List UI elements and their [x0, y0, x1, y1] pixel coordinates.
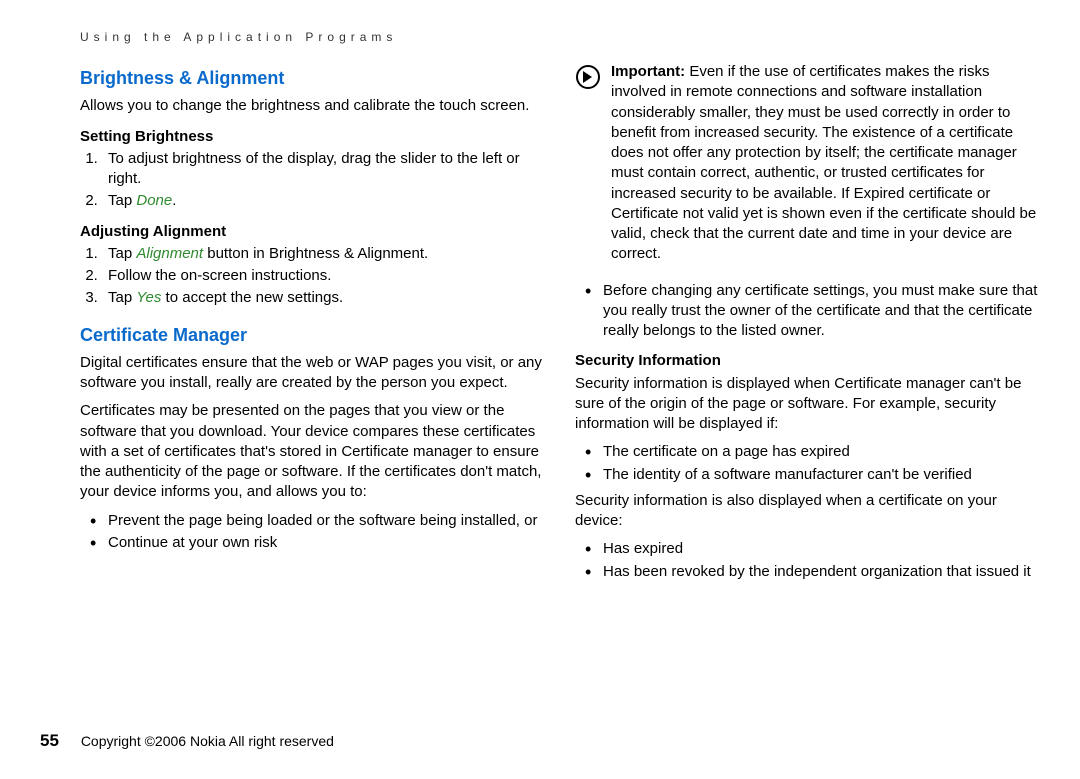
list-item: The identity of a software manufacturer …	[585, 465, 1040, 485]
important-label: Important:	[611, 63, 685, 80]
copyright-text: Copyright ©2006 Nokia All right reserved	[81, 733, 334, 749]
subheading-security-information: Security Information	[575, 351, 1040, 371]
heading-certificate-manager: Certificate Manager	[80, 323, 545, 347]
ui-term: Yes	[136, 289, 161, 306]
list-item: Has expired	[585, 539, 1040, 559]
text: to accept the new settings.	[161, 289, 343, 306]
list-item: To adjust brightness of the display, dra…	[102, 149, 545, 190]
list-item: The certificate on a page has expired	[585, 442, 1040, 462]
ui-term: Done	[136, 192, 172, 209]
left-column: Brightness & Alignment Allows you to cha…	[80, 62, 545, 588]
list-item: Has been revoked by the independent orga…	[585, 562, 1040, 582]
right-column: Important: Even if the use of certificat…	[575, 62, 1040, 588]
text: Even if the use of certificates makes th…	[611, 63, 1036, 262]
paragraph: Allows you to change the brightness and …	[80, 96, 545, 116]
list-item: Tap Yes to accept the new settings.	[102, 288, 545, 308]
text: button in Brightness & Alignment.	[203, 245, 428, 262]
running-head: Using the Application Programs	[80, 30, 1040, 44]
text: Tap	[108, 245, 136, 262]
list-item: Tap Alignment button in Brightness & Ali…	[102, 244, 545, 264]
subheading-adjusting-alignment: Adjusting Alignment	[80, 222, 545, 242]
list-item: Follow the on-screen instructions.	[102, 266, 545, 286]
bullet-list: Prevent the page being loaded or the sof…	[80, 511, 545, 554]
paragraph: Digital certificates ensure that the web…	[80, 353, 545, 394]
text: .	[172, 192, 176, 209]
content-columns: Brightness & Alignment Allows you to cha…	[80, 62, 1040, 588]
important-note: Important: Even if the use of certificat…	[575, 62, 1040, 273]
bullet-list: Has expired Has been revoked by the inde…	[575, 539, 1040, 582]
list-item: Tap Done.	[102, 191, 545, 211]
paragraph: Security information is displayed when C…	[575, 374, 1040, 435]
ordered-list: Tap Alignment button in Brightness & Ali…	[80, 244, 545, 309]
page-number: 55	[40, 731, 59, 750]
ui-term: Alignment	[136, 245, 203, 262]
important-icon	[575, 64, 601, 90]
paragraph: Important: Even if the use of certificat…	[611, 62, 1040, 265]
subheading-setting-brightness: Setting Brightness	[80, 127, 545, 147]
list-item: Prevent the page being loaded or the sof…	[90, 511, 545, 531]
heading-brightness-alignment: Brightness & Alignment	[80, 66, 545, 90]
bullet-list: The certificate on a page has expired Th…	[575, 442, 1040, 485]
paragraph: Security information is also displayed w…	[575, 491, 1040, 532]
list-item: Continue at your own risk	[90, 533, 545, 553]
ordered-list: To adjust brightness of the display, dra…	[80, 149, 545, 212]
text: Tap	[108, 192, 136, 209]
page-footer: 55 Copyright ©2006 Nokia All right reser…	[40, 731, 334, 751]
bullet-list: Before changing any certificate settings…	[575, 281, 1040, 342]
text: Tap	[108, 289, 136, 306]
list-item: Before changing any certificate settings…	[585, 281, 1040, 342]
paragraph: Certificates may be presented on the pag…	[80, 401, 545, 502]
